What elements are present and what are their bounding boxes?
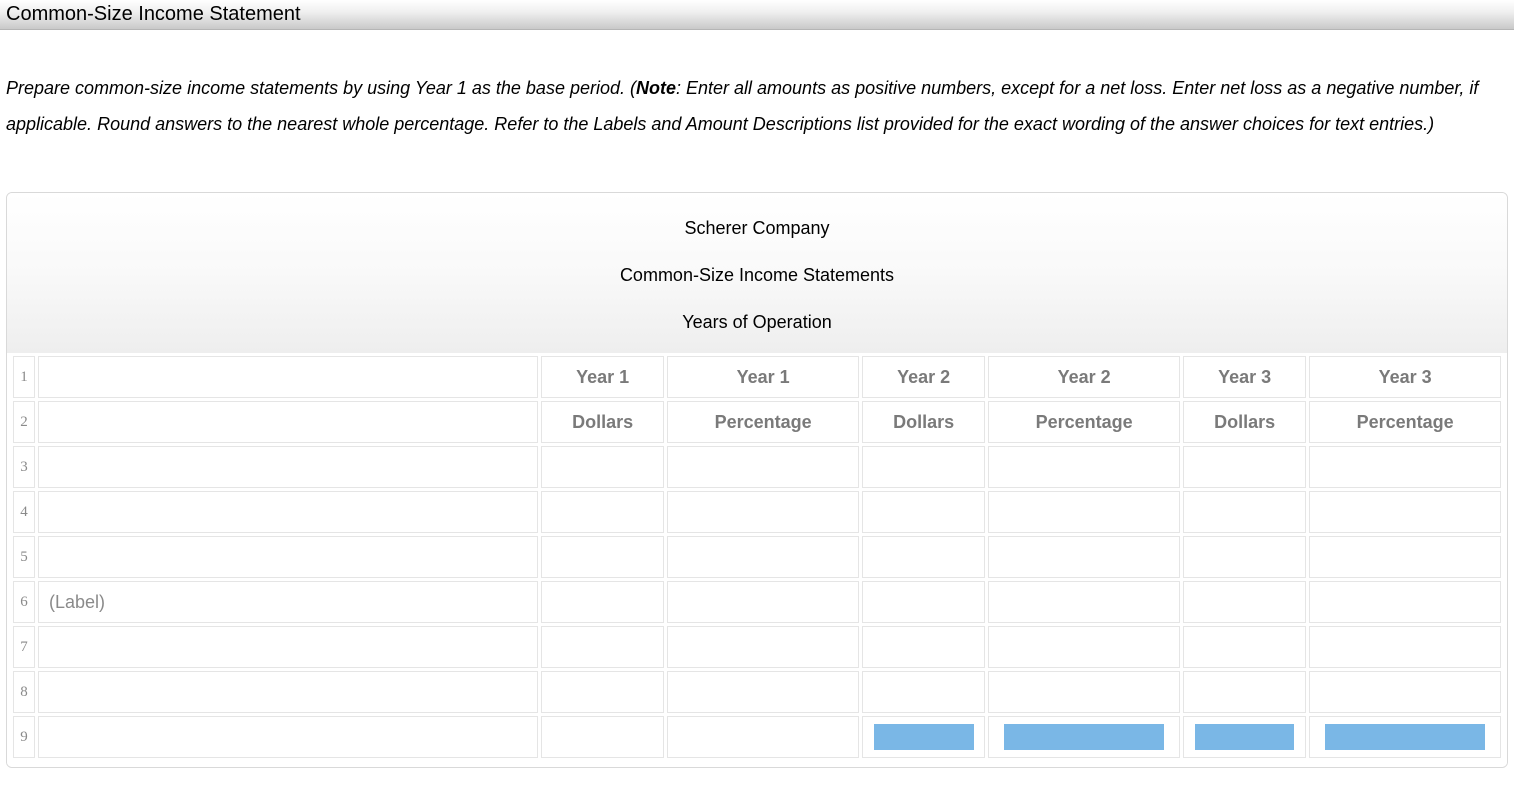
column-header-unit: Percentage — [1309, 401, 1501, 443]
instructions-note-label: Note — [636, 78, 676, 98]
description-cell[interactable]: (Label) — [38, 581, 538, 623]
data-cell[interactable] — [988, 536, 1180, 578]
data-cell[interactable] — [541, 626, 664, 668]
data-cell[interactable] — [1183, 491, 1306, 533]
data-cell[interactable] — [541, 716, 664, 758]
data-cell[interactable] — [1309, 671, 1501, 713]
data-cell[interactable] — [667, 626, 859, 668]
column-header-unit: Dollars — [862, 401, 985, 443]
data-cell[interactable] — [667, 446, 859, 488]
row-number: 7 — [13, 626, 35, 668]
statement-title: Common-Size Income Statements — [7, 252, 1507, 299]
data-cell[interactable] — [541, 446, 664, 488]
row-number: 6 — [13, 581, 35, 623]
column-header-unit: Percentage — [667, 401, 859, 443]
highlighted-input[interactable] — [1325, 724, 1485, 750]
data-cell[interactable] — [541, 671, 664, 713]
instructions-pre: Prepare common-size income statements by… — [6, 78, 636, 98]
column-header-year: Year 3 — [1309, 356, 1501, 398]
row-number: 5 — [13, 536, 35, 578]
statement-subtitle: Years of Operation — [7, 299, 1507, 346]
data-cell[interactable] — [1183, 536, 1306, 578]
highlighted-input[interactable] — [874, 724, 974, 750]
table-row: 6(Label) — [13, 581, 1501, 623]
highlighted-input[interactable] — [1004, 724, 1164, 750]
data-cell[interactable] — [862, 446, 985, 488]
row-number: 9 — [13, 716, 35, 758]
page-title-text: Common-Size Income Statement — [6, 3, 301, 25]
data-cell[interactable] — [541, 581, 664, 623]
data-cell[interactable] — [667, 536, 859, 578]
data-cell[interactable] — [1183, 626, 1306, 668]
table-row: 2DollarsPercentageDollarsPercentageDolla… — [13, 401, 1501, 443]
data-cell[interactable] — [667, 671, 859, 713]
table-row: 4 — [13, 491, 1501, 533]
description-cell — [38, 356, 538, 398]
highlighted-input[interactable] — [1195, 724, 1295, 750]
data-cell[interactable] — [1309, 446, 1501, 488]
worksheet-header: Scherer Company Common-Size Income State… — [7, 193, 1507, 353]
data-cell[interactable] — [667, 491, 859, 533]
description-cell[interactable] — [38, 716, 538, 758]
column-header-year: Year 3 — [1183, 356, 1306, 398]
data-cell[interactable] — [988, 581, 1180, 623]
data-cell[interactable] — [988, 446, 1180, 488]
data-cell[interactable] — [862, 536, 985, 578]
column-header-year: Year 2 — [988, 356, 1180, 398]
column-header-unit: Percentage — [988, 401, 1180, 443]
description-cell[interactable] — [38, 491, 538, 533]
data-cell[interactable] — [862, 491, 985, 533]
data-cell[interactable] — [988, 671, 1180, 713]
data-cell[interactable] — [667, 581, 859, 623]
worksheet-grid: 1Year 1Year 1Year 2Year 2Year 3Year 32Do… — [7, 353, 1507, 767]
row-number: 2 — [13, 401, 35, 443]
data-cell[interactable] — [1309, 581, 1501, 623]
description-cell[interactable] — [38, 671, 538, 713]
data-cell[interactable] — [667, 716, 859, 758]
table-row: 1Year 1Year 1Year 2Year 2Year 3Year 3 — [13, 356, 1501, 398]
data-cell[interactable] — [862, 716, 985, 758]
column-header-year: Year 1 — [667, 356, 859, 398]
row-number: 1 — [13, 356, 35, 398]
description-cell[interactable] — [38, 536, 538, 578]
data-cell[interactable] — [541, 536, 664, 578]
data-cell[interactable] — [988, 716, 1180, 758]
column-header-year: Year 1 — [541, 356, 664, 398]
data-cell[interactable] — [1183, 671, 1306, 713]
column-header-unit: Dollars — [541, 401, 664, 443]
data-cell[interactable] — [1183, 581, 1306, 623]
column-header-unit: Dollars — [1183, 401, 1306, 443]
data-cell[interactable] — [1309, 491, 1501, 533]
page-title-bar: Common-Size Income Statement — [0, 0, 1514, 30]
table-row: 5 — [13, 536, 1501, 578]
data-cell[interactable] — [862, 581, 985, 623]
data-cell[interactable] — [1183, 446, 1306, 488]
data-cell[interactable] — [862, 671, 985, 713]
row-number: 4 — [13, 491, 35, 533]
data-cell[interactable] — [988, 626, 1180, 668]
instructions-block: Prepare common-size income statements by… — [0, 30, 1514, 162]
data-cell[interactable] — [988, 491, 1180, 533]
data-cell[interactable] — [1309, 716, 1501, 758]
description-cell[interactable] — [38, 446, 538, 488]
data-cell[interactable] — [1183, 716, 1306, 758]
company-name: Scherer Company — [7, 205, 1507, 252]
data-cell[interactable] — [1309, 536, 1501, 578]
data-cell[interactable] — [862, 626, 985, 668]
worksheet-container: Scherer Company Common-Size Income State… — [6, 192, 1508, 768]
table-row: 7 — [13, 626, 1501, 668]
data-cell[interactable] — [541, 491, 664, 533]
description-cell[interactable] — [38, 626, 538, 668]
description-cell — [38, 401, 538, 443]
column-header-year: Year 2 — [862, 356, 985, 398]
row-number: 3 — [13, 446, 35, 488]
table-row: 8 — [13, 671, 1501, 713]
table-row: 9 — [13, 716, 1501, 758]
table-row: 3 — [13, 446, 1501, 488]
row-number: 8 — [13, 671, 35, 713]
data-cell[interactable] — [1309, 626, 1501, 668]
